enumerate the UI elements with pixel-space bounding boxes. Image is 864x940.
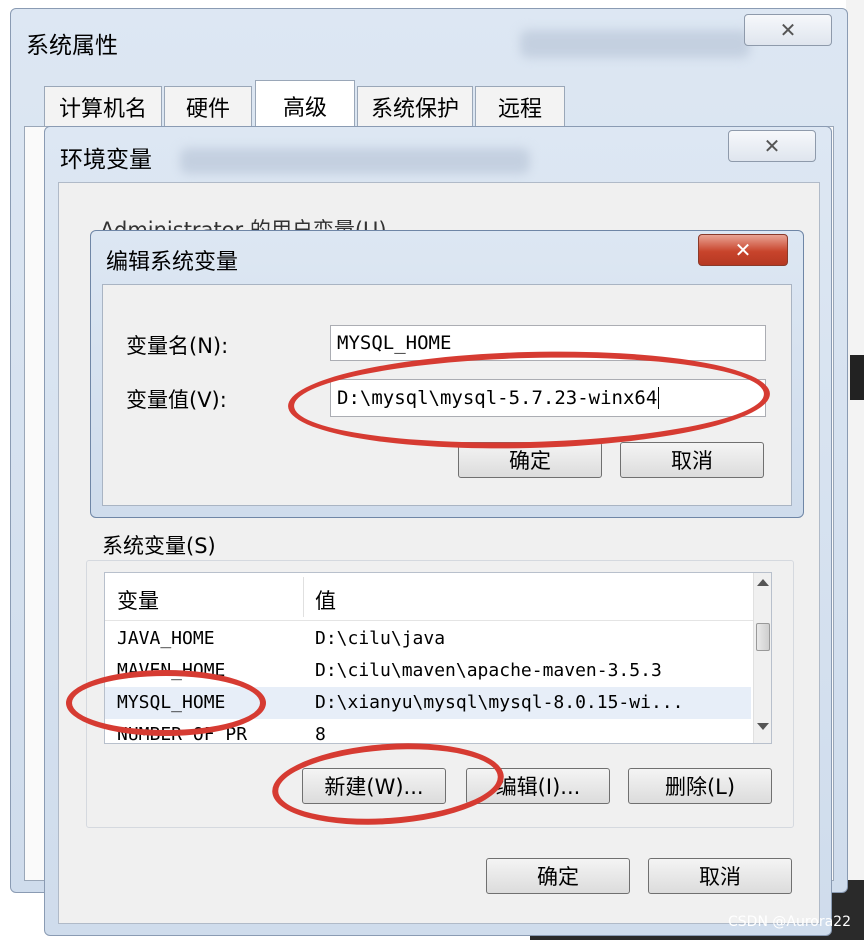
- edit-dialog-cancel-button[interactable]: 取消: [620, 442, 764, 478]
- table-row[interactable]: MAVEN_HOME D:\cilu\maven\apache-maven-3.…: [105, 655, 751, 687]
- variable-name: JAVA_HOME: [117, 628, 215, 649]
- variable-name: MYSQL_HOME: [117, 692, 226, 713]
- scroll-down-icon[interactable]: [757, 723, 769, 730]
- blurred-title-text: [520, 30, 750, 58]
- tab-computer-name[interactable]: 计算机名: [44, 86, 162, 126]
- tab-system-protection[interactable]: 系统保护: [357, 86, 473, 126]
- edit-dialog-close-button[interactable]: ✕: [698, 234, 788, 266]
- variable-name: NUMBER_OF_PR: [117, 724, 248, 744]
- column-divider: [303, 577, 304, 617]
- scrollbar-thumb[interactable]: [756, 623, 770, 651]
- blurred-title-text: [180, 148, 530, 174]
- text-cursor: [658, 387, 660, 409]
- scrollbar[interactable]: [753, 573, 771, 743]
- edit-dialog-title: 编辑系统变量: [106, 250, 239, 275]
- variable-value: D:\xianyu\mysql\mysql-8.0.15-wi...: [315, 692, 684, 713]
- close-icon: ✕: [763, 134, 781, 158]
- variable-value-label: 变量值(V):: [126, 388, 227, 412]
- variable-name-label: 变量名(N):: [126, 334, 229, 358]
- close-icon: ✕: [734, 238, 752, 262]
- close-icon: ✕: [779, 18, 797, 42]
- system-properties-close-button[interactable]: ✕: [744, 14, 832, 46]
- tab-remote[interactable]: 远程: [475, 86, 565, 126]
- variable-name-input[interactable]: MYSQL_HOME: [330, 325, 766, 361]
- table-header: 变量 值: [105, 573, 753, 621]
- tab-advanced[interactable]: 高级: [255, 80, 355, 130]
- environment-variables-close-button[interactable]: ✕: [728, 130, 816, 162]
- variable-value: D:\cilu\maven\apache-maven-3.5.3: [315, 660, 662, 681]
- variable-name: MAVEN_HOME: [117, 660, 226, 681]
- variable-value: 8: [315, 724, 326, 744]
- environment-variables-title: 环境变量: [60, 147, 152, 173]
- background-dark-strip: [850, 355, 864, 400]
- edit-variable-button[interactable]: 编辑(I)...: [466, 768, 610, 804]
- background-edge: [846, 0, 864, 940]
- variable-value-input[interactable]: D:\mysql\mysql-5.7.23-winx64: [330, 379, 766, 417]
- column-header-variable[interactable]: 变量: [117, 585, 159, 615]
- new-variable-button[interactable]: 新建(W)...: [302, 768, 446, 804]
- tab-hardware[interactable]: 硬件: [164, 86, 252, 126]
- system-variables-label: 系统变量(S): [98, 530, 220, 560]
- watermark: CSDN @Aurora22: [728, 914, 851, 930]
- table-row-selected[interactable]: MYSQL_HOME D:\xianyu\mysql\mysql-8.0.15-…: [105, 687, 751, 719]
- environment-ok-button[interactable]: 确定: [486, 858, 630, 894]
- delete-variable-button[interactable]: 删除(L): [628, 768, 772, 804]
- table-row[interactable]: JAVA_HOME D:\cilu\java: [105, 623, 751, 655]
- table-row[interactable]: NUMBER_OF_PR 8: [105, 719, 751, 744]
- environment-cancel-button[interactable]: 取消: [648, 858, 792, 894]
- variable-value-text: D:\mysql\mysql-5.7.23-winx64: [337, 387, 658, 409]
- system-variables-table: 变量 值 JAVA_HOME D:\cilu\java MAVEN_HOME D…: [104, 572, 772, 744]
- column-header-value[interactable]: 值: [315, 585, 336, 615]
- variable-value: D:\cilu\java: [315, 628, 446, 649]
- scroll-up-icon[interactable]: [757, 579, 769, 586]
- system-properties-title: 系统属性: [26, 33, 118, 59]
- edit-dialog-ok-button[interactable]: 确定: [458, 442, 602, 478]
